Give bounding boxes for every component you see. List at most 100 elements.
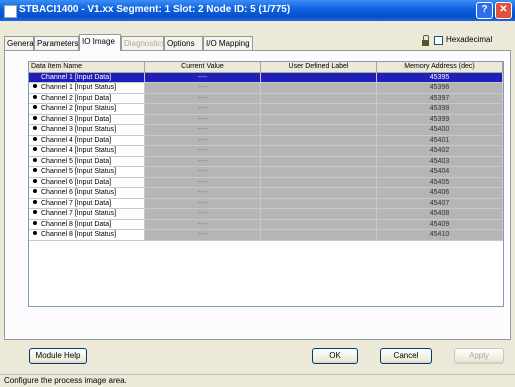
status-bar: Configure the process image area. (0, 374, 515, 387)
user-defined-label-cell[interactable] (261, 167, 377, 178)
user-defined-label-cell[interactable] (261, 188, 377, 199)
data-item-name: Channel 8 [Input Data] (41, 220, 112, 228)
data-item-name-cell[interactable]: Channel 4 [Input Data] (29, 135, 145, 146)
close-button[interactable]: ✕ (495, 2, 512, 19)
user-defined-label-cell[interactable] (261, 156, 377, 167)
table-row[interactable]: Channel 3 [Input Status] ---- 45400 (29, 125, 503, 136)
tab-parameters[interactable]: Parameters (34, 36, 79, 50)
module-help-button[interactable]: Module Help (29, 348, 87, 364)
grid-header: Data Item Name Current Value User Define… (29, 62, 503, 73)
bullet-icon (33, 115, 37, 120)
bullet-icon (33, 220, 37, 225)
user-defined-label-cell[interactable] (261, 93, 377, 104)
data-item-name-cell[interactable]: Channel 6 [Input Status] (29, 188, 145, 199)
user-defined-label-cell[interactable] (261, 72, 377, 83)
table-row[interactable]: Channel 3 [Input Data] ---- 45399 (29, 114, 503, 125)
data-item-name-cell[interactable]: Channel 3 [Input Data] (29, 114, 145, 125)
ok-button[interactable]: OK (312, 348, 358, 364)
tab-general[interactable]: General (4, 36, 35, 50)
user-defined-label-cell[interactable] (261, 177, 377, 188)
data-item-name-cell[interactable]: Channel 3 [Input Status] (29, 125, 145, 136)
tab-io-image[interactable]: IO Image (79, 34, 121, 51)
current-value-cell: ---- (145, 219, 261, 230)
column-header-user-defined-label[interactable]: User Defined Label (261, 62, 377, 73)
table-row[interactable]: Channel 1 [Input Data] ---- 45395 (29, 72, 503, 83)
data-item-name-cell[interactable]: Channel 7 [Input Data] (29, 198, 145, 209)
column-header-data-item-name[interactable]: Data Item Name (29, 62, 145, 73)
table-row[interactable]: Channel 8 [Input Status] ---- 45410 (29, 230, 503, 241)
table-row[interactable]: Channel 5 [Input Data] ---- 45403 (29, 156, 503, 167)
memory-address-cell: 45400 (377, 125, 503, 136)
user-defined-label-cell[interactable] (261, 209, 377, 220)
data-item-name-cell[interactable]: Channel 2 [Input Status] (29, 104, 145, 115)
data-item-name-cell[interactable]: Channel 4 [Input Status] (29, 146, 145, 157)
bullet-icon (33, 189, 37, 193)
data-item-name-cell[interactable]: Channel 7 [Input Status] (29, 209, 145, 220)
hexadecimal-checkbox[interactable] (434, 36, 443, 45)
tab-diagnostics: Diagnostics (121, 36, 165, 50)
memory-address-cell: 45399 (377, 114, 503, 125)
apply-button: Apply (454, 348, 504, 364)
current-value-cell: ---- (145, 104, 261, 115)
user-defined-label-cell[interactable] (261, 83, 377, 94)
user-defined-label-cell[interactable] (261, 219, 377, 230)
data-item-name-cell[interactable]: Channel 5 [Input Status] (29, 167, 145, 178)
user-defined-label-cell[interactable] (261, 135, 377, 146)
bullet-icon (33, 157, 37, 162)
data-item-name-cell[interactable]: Channel 6 [Input Data] (29, 177, 145, 188)
table-row[interactable]: Channel 7 [Input Status] ---- 45408 (29, 209, 503, 220)
user-defined-label-cell[interactable] (261, 104, 377, 115)
tab-options[interactable]: Options (164, 36, 203, 50)
data-item-name: Channel 8 [Input Status] (41, 231, 117, 238)
memory-address-cell: 45398 (377, 104, 503, 115)
data-item-name: Channel 1 [Input Data] (41, 73, 112, 81)
memory-address-cell: 45409 (377, 219, 503, 230)
current-value-cell: ---- (145, 188, 261, 199)
table-row[interactable]: Channel 6 [Input Data] ---- 45405 (29, 177, 503, 188)
column-header-memory-address[interactable]: Memory Address (dec) (377, 62, 503, 73)
table-row[interactable]: Channel 2 [Input Data] ---- 45397 (29, 93, 503, 104)
table-row[interactable]: Channel 5 [Input Status] ---- 45404 (29, 167, 503, 178)
data-item-name: Channel 3 [Input Status] (41, 126, 117, 133)
data-item-name-cell[interactable]: Channel 2 [Input Data] (29, 93, 145, 104)
memory-address-cell: 45396 (377, 83, 503, 94)
data-item-name: Channel 2 [Input Data] (41, 94, 112, 102)
table-row[interactable]: Channel 6 [Input Status] ---- 45406 (29, 188, 503, 199)
memory-address-cell: 45397 (377, 93, 503, 104)
data-item-name-cell[interactable]: Channel 8 [Input Status] (29, 230, 145, 241)
data-item-name-cell[interactable]: Channel 1 [Input Data] (29, 72, 145, 83)
data-item-name: Channel 7 [Input Status] (41, 210, 117, 217)
current-value-cell: ---- (145, 177, 261, 188)
data-item-name: Channel 6 [Input Status] (41, 189, 117, 196)
tab-io-mapping[interactable]: I/O Mapping (203, 36, 253, 50)
data-item-name-cell[interactable]: Channel 5 [Input Data] (29, 156, 145, 167)
help-button[interactable]: ? (476, 2, 493, 19)
bullet-icon (33, 168, 37, 172)
io-image-grid[interactable]: Data Item Name Current Value User Define… (28, 61, 504, 307)
current-value-cell: ---- (145, 135, 261, 146)
user-defined-label-cell[interactable] (261, 230, 377, 241)
data-item-name-cell[interactable]: Channel 1 [Input Status] (29, 83, 145, 94)
current-value-cell: ---- (145, 83, 261, 94)
data-item-name: Channel 3 [Input Data] (41, 115, 112, 123)
memory-address-cell: 45401 (377, 135, 503, 146)
user-defined-label-cell[interactable] (261, 198, 377, 209)
data-item-name-cell[interactable]: Channel 8 [Input Data] (29, 219, 145, 230)
current-value-cell: ---- (145, 209, 261, 220)
user-defined-label-cell[interactable] (261, 114, 377, 125)
title-bar: STBACI1400 - V1.xx Segment: 1 Slot: 2 No… (0, 0, 515, 21)
table-row[interactable]: Channel 7 [Input Data] ---- 45407 (29, 198, 503, 209)
table-row[interactable]: Channel 2 [Input Status] ---- 45398 (29, 104, 503, 115)
user-defined-label-cell[interactable] (261, 146, 377, 157)
memory-address-cell: 45404 (377, 167, 503, 178)
memory-address-cell: 45405 (377, 177, 503, 188)
cancel-button[interactable]: Cancel (380, 348, 432, 364)
table-row[interactable]: Channel 8 [Input Data] ---- 45409 (29, 219, 503, 230)
table-row[interactable]: Channel 4 [Input Status] ---- 45402 (29, 146, 503, 157)
column-header-current-value[interactable]: Current Value (145, 62, 261, 73)
app-icon (4, 5, 17, 18)
user-defined-label-cell[interactable] (261, 125, 377, 136)
bullet-icon (33, 231, 37, 235)
table-row[interactable]: Channel 1 [Input Status] ---- 45396 (29, 83, 503, 94)
table-row[interactable]: Channel 4 [Input Data] ---- 45401 (29, 135, 503, 146)
